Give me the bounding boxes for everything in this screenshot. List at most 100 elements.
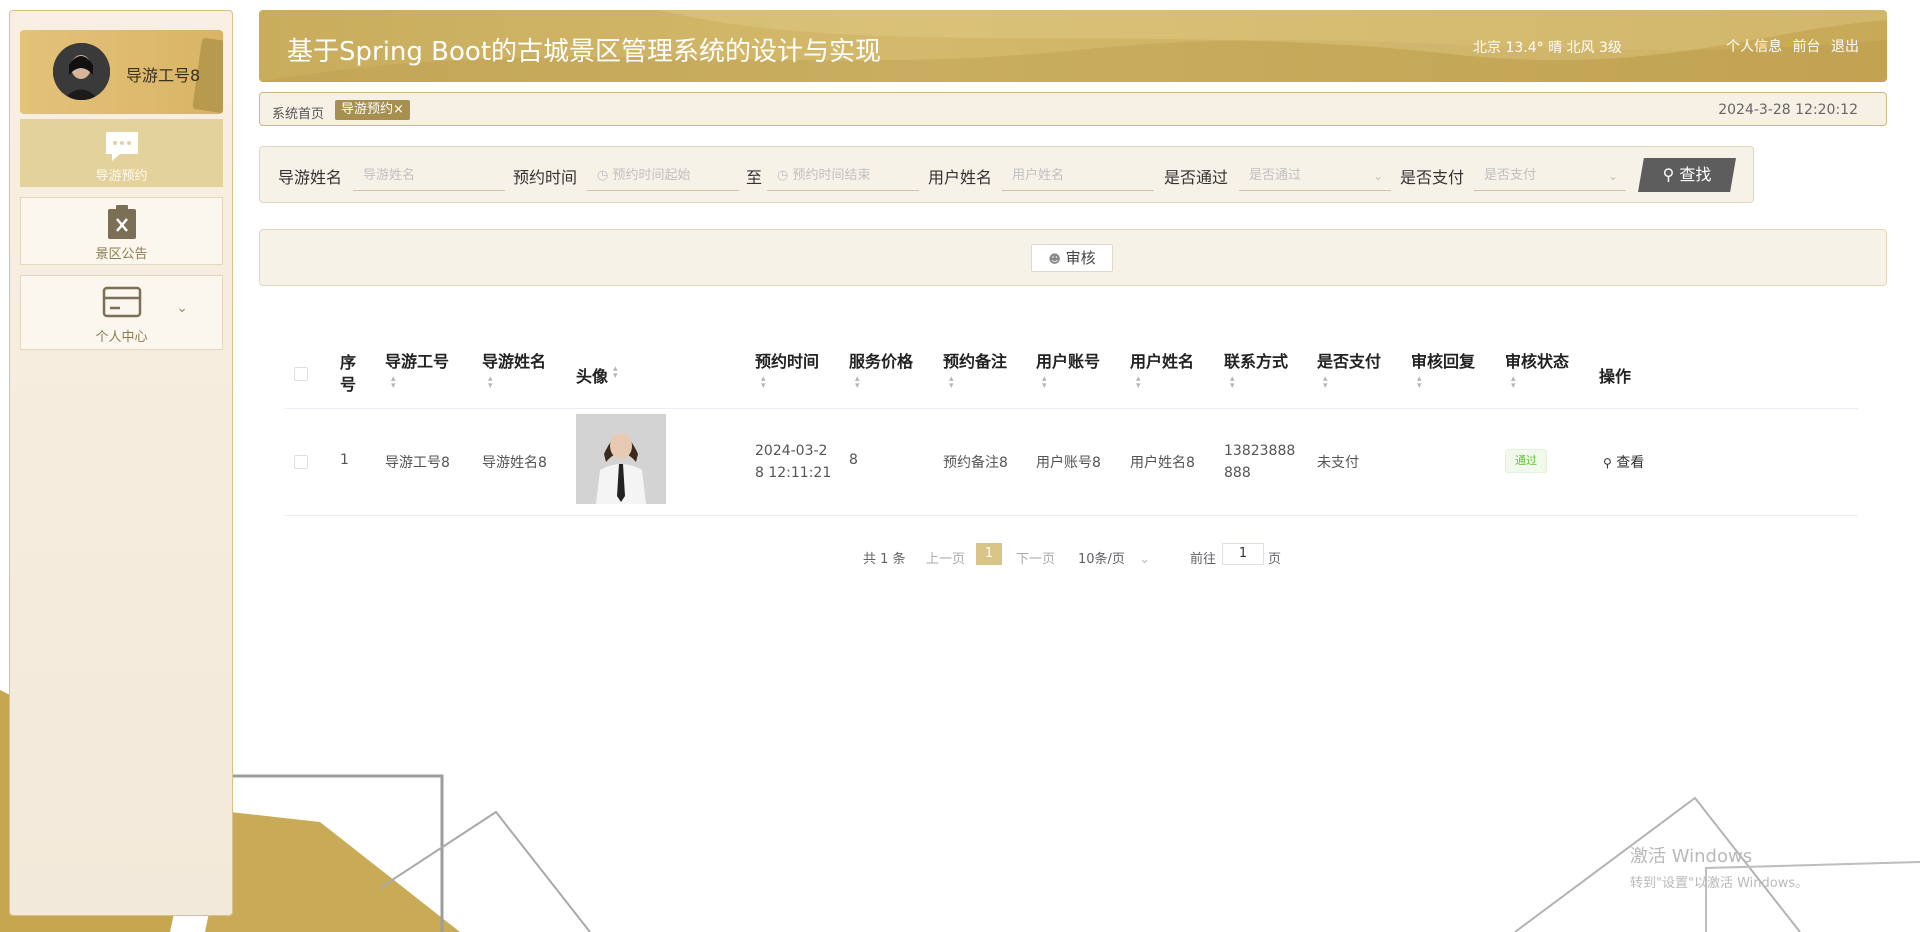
row-checkbox[interactable]	[294, 455, 308, 469]
sort-icon[interactable]: ▴ ▾	[488, 375, 493, 391]
paid-label: 是否支付	[1400, 168, 1465, 187]
search-button[interactable]: ⚲ 查找	[1638, 158, 1736, 192]
column-header-user-name[interactable]: 用户姓名	[1130, 348, 1194, 372]
current-datetime: 2024-3-28 12:20:12	[1718, 102, 1858, 118]
goto-page-input[interactable]: 1	[1222, 543, 1264, 565]
clipboard-icon	[107, 205, 136, 239]
column-header-actions: 操作	[1599, 367, 1632, 386]
row-divider	[285, 515, 1858, 516]
tab-guide-booking[interactable]: 导游预约×	[335, 100, 410, 120]
guide-photo[interactable]	[576, 414, 666, 504]
next-page-button[interactable]: 下一页	[1016, 548, 1055, 567]
select-all-checkbox[interactable]	[294, 367, 308, 381]
frontend-link[interactable]: 前台	[1793, 39, 1821, 55]
profile-link[interactable]: 个人信息	[1726, 39, 1782, 55]
chat-icon	[105, 132, 138, 161]
guide-name-input[interactable]: 导游姓名	[353, 161, 505, 191]
prev-page-button[interactable]: 上一页	[926, 548, 965, 567]
column-header-paid[interactable]: 是否支付	[1317, 348, 1381, 372]
chevron-down-icon: ⌄	[1139, 552, 1150, 567]
sort-icon[interactable]: ▴ ▾	[949, 375, 954, 391]
sort-icon[interactable]: ▴ ▾	[1136, 375, 1141, 391]
booking-time-end-input[interactable]: ◷ 预约时间结束	[767, 161, 919, 191]
sidebar-item-announcements[interactable]: 景区公告	[20, 197, 223, 265]
sort-icon[interactable]: ▴ ▾	[1042, 375, 1047, 391]
column-header-guide-name[interactable]: 导游姓名	[482, 348, 546, 372]
header-links: 个人信息 前台 退出	[1720, 36, 1859, 56]
sidebar-item-label: 景区公告	[95, 247, 148, 262]
page-title: 基于Spring Boot的古城景区管理系统的设计与实现	[287, 37, 882, 67]
cell-booking-time: 2024-03-2 8 12:11:21	[755, 443, 832, 481]
chevron-down-icon: ⌄	[1372, 169, 1383, 183]
column-header-guide-no[interactable]: 导游工号	[385, 348, 449, 372]
column-header-reply[interactable]: 审核回复	[1411, 348, 1475, 372]
cell-guide-no: 导游工号8	[385, 455, 450, 471]
logout-link[interactable]: 退出	[1831, 39, 1859, 55]
header-divider	[285, 408, 1858, 409]
cell-phone: 13823888 888	[1224, 443, 1296, 481]
search-icon: ⚲	[1603, 456, 1612, 470]
sort-icon[interactable]: ▴ ▾	[1230, 375, 1235, 391]
header: 基于Spring Boot的古城景区管理系统的设计与实现 北京 13.4° 晴 …	[259, 10, 1887, 82]
view-button[interactable]: ⚲ 查看	[1603, 452, 1644, 472]
sort-icon[interactable]: ▴ ▾	[613, 365, 618, 381]
sidebar-item-guide-booking[interactable]: 导游预约	[20, 119, 223, 187]
page-size-select[interactable]: 10条/页 ⌄	[1078, 548, 1150, 567]
cell-remark: 预约备注8	[943, 455, 1008, 471]
weather-info: 北京 13.4° 晴 北风 3级	[1473, 40, 1622, 56]
chevron-down-icon: ⌄	[1607, 169, 1618, 183]
sort-icon[interactable]: ▴ ▾	[1323, 375, 1328, 391]
review-button[interactable]: ☻ 审核	[1031, 244, 1113, 272]
sort-icon[interactable]: ▴ ▾	[391, 375, 396, 391]
cell-user-account: 用户账号8	[1036, 455, 1101, 471]
column-header-phone[interactable]: 联系方式	[1224, 348, 1288, 372]
guide-name-label: 导游姓名	[278, 168, 343, 187]
user-name-input[interactable]: 用户姓名	[1002, 161, 1154, 191]
cell-price: 8	[849, 452, 858, 468]
approved-select[interactable]: 是否通过 ⌄	[1239, 161, 1391, 191]
column-header-price[interactable]: 服务价格	[849, 348, 913, 372]
cell-guide-name: 导游姓名8	[482, 455, 547, 471]
total-count: 共 1 条	[863, 552, 906, 567]
clock-icon: ◷	[597, 168, 609, 183]
sidebar-item-label: 导游预约	[95, 169, 148, 184]
column-header-booking-time[interactable]: 预约时间	[755, 348, 819, 372]
range-separator: 至	[746, 168, 763, 187]
breadcrumb: 系统首页 导游预约× 2024-3-28 12:20:12	[259, 92, 1887, 126]
page-number-current[interactable]: 1	[976, 543, 1002, 565]
activation-watermark: 激活 Windows 转到"设置"以激活 Windows。	[1630, 846, 1809, 891]
pagination: 共 1 条 上一页 1 下一页 10条/页 ⌄ 前往 1 页	[0, 543, 1920, 569]
column-header-user-account[interactable]: 用户账号	[1036, 348, 1100, 372]
paid-select[interactable]: 是否支付 ⌄	[1474, 161, 1626, 191]
avatar	[53, 43, 110, 100]
search-bar: 导游姓名 导游姓名 预约时间 ◷ 预约时间起始 至 ◷ 预约时间结束 用户姓名 …	[259, 146, 1754, 203]
sort-icon[interactable]: ▴ ▾	[1417, 375, 1422, 391]
goto-label: 前往	[1190, 552, 1217, 567]
cell-user-name: 用户姓名8	[1130, 455, 1195, 471]
booking-time-start-input[interactable]: ◷ 预约时间起始	[587, 161, 739, 191]
column-header-remark[interactable]: 预约备注	[943, 348, 1007, 372]
user-icon: ☻	[1048, 252, 1061, 266]
column-header-index: 序号	[340, 353, 357, 394]
data-table: 序号 导游工号 ▴ ▾ 导游姓名 ▴ ▾ 头像 ▴ ▾ 预约时间 ▴ ▾ 服务价格 ▴ ▾…	[285, 334, 1858, 516]
sort-icon[interactable]: ▴ ▾	[855, 375, 860, 391]
tab-label: 导游预约	[341, 102, 394, 117]
cell-paid: 未支付	[1317, 455, 1359, 471]
breadcrumb-home[interactable]: 系统首页	[272, 103, 324, 122]
sidebar: 导游工号8 导游预约 景区公告 个人中心 ⌄	[9, 10, 233, 916]
sidebar-item-personal-center[interactable]: 个人中心 ⌄	[20, 275, 223, 350]
close-icon[interactable]: ×	[393, 102, 404, 117]
sort-icon[interactable]: ▴ ▾	[1511, 375, 1516, 391]
approved-label: 是否通过	[1164, 168, 1229, 187]
sidebar-item-label: 个人中心	[95, 330, 148, 345]
page-unit-label: 页	[1268, 552, 1282, 567]
profile-name: 导游工号8	[126, 66, 201, 85]
profile-card[interactable]: 导游工号8	[20, 30, 223, 114]
booking-time-label: 预约时间	[513, 168, 578, 187]
cell-index: 1	[340, 452, 349, 468]
sort-icon[interactable]: ▴ ▾	[761, 375, 766, 391]
column-header-avatar[interactable]: 头像	[576, 363, 608, 387]
chevron-down-icon[interactable]: ⌄	[176, 300, 188, 316]
action-bar: ☻ 审核	[259, 229, 1887, 286]
column-header-status[interactable]: 审核状态	[1505, 348, 1569, 372]
